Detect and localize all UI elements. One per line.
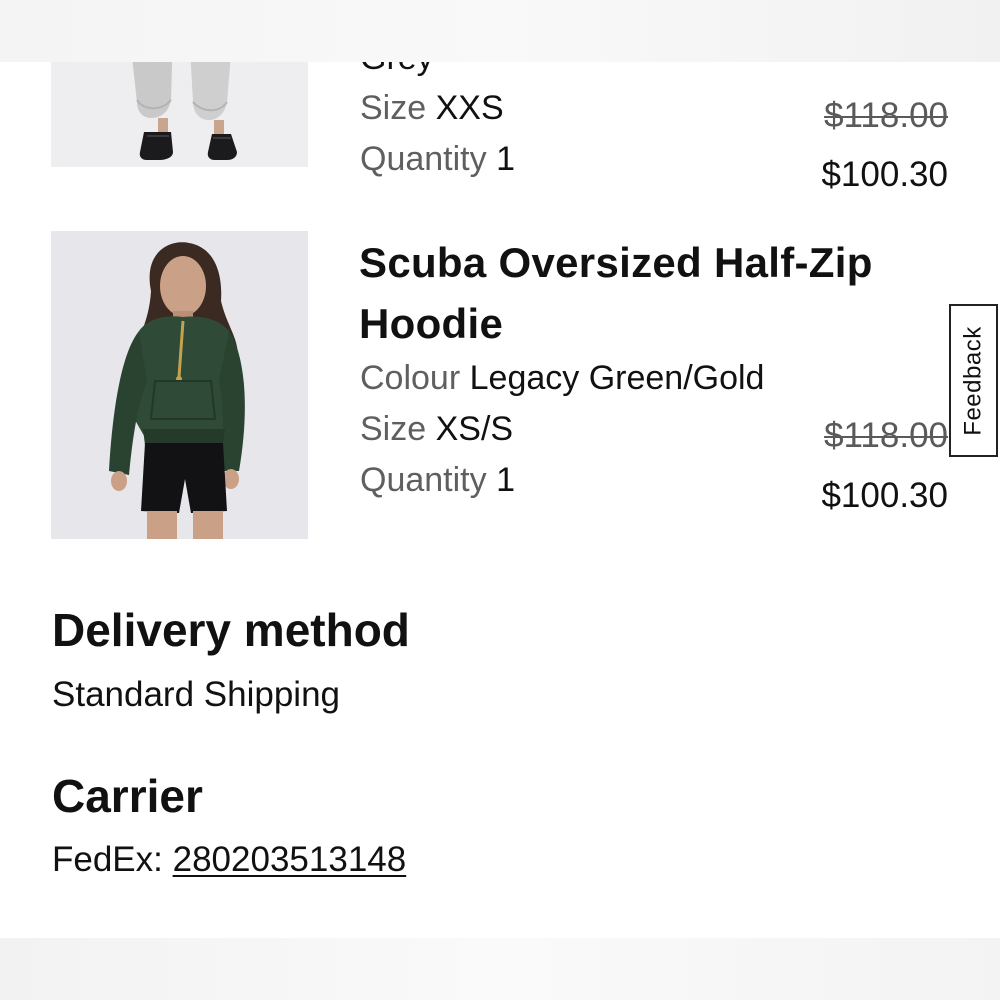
delivery-method-heading: Delivery method [52, 604, 410, 656]
item2-quantity-value: 1 [496, 461, 515, 499]
feedback-tab-button[interactable]: Feedback [949, 304, 998, 457]
product-image-hoodie[interactable] [51, 231, 308, 539]
item1-quantity-key: Quantity [360, 140, 487, 178]
item2-colour-value: Legacy Green/Gold [469, 359, 765, 397]
item1-size-value: XXS [435, 89, 504, 127]
item1-original-price: $118.00 [824, 96, 948, 135]
item1-quantity-value: 1 [496, 140, 515, 178]
carrier-line: FedEx: 280203513148 [52, 838, 406, 882]
item2-size-value: XS/S [435, 410, 514, 448]
item2-title-line1[interactable]: Scuba Oversized Half-Zip [359, 233, 873, 293]
carrier-heading: Carrier [52, 770, 203, 822]
hoodie-photo [51, 231, 308, 539]
tracking-number-link[interactable]: 280203513148 [173, 840, 407, 879]
feedback-label: Feedback [959, 325, 987, 436]
top-edge [0, 0, 1000, 62]
item2-colour-key: Colour [360, 359, 461, 397]
item2-size-line: Size XS/S [360, 409, 513, 449]
item2-title-line2[interactable]: Hoodie [359, 294, 503, 354]
item2-sale-price: $100.30 [821, 476, 948, 515]
item1-quantity-line: Quantity 1 [360, 139, 515, 179]
item2-quantity-line: Quantity 1 [360, 460, 515, 500]
bottom-edge [0, 938, 1000, 1000]
item1-size-line: Size XXS [360, 88, 504, 128]
order-details-screen: Grey Size XXS Quantity 1 $118.00 $100.30 [0, 0, 1000, 1000]
item2-size-key: Size [360, 410, 427, 448]
carrier-name: FedEx: [52, 840, 163, 879]
item1-sale-price: $100.30 [821, 155, 948, 194]
item2-quantity-key: Quantity [360, 461, 487, 499]
item2-colour-line: Colour Legacy Green/Gold [360, 358, 764, 398]
delivery-method-value: Standard Shipping [52, 675, 340, 714]
item2-original-price: $118.00 [824, 416, 948, 455]
item1-size-key: Size [360, 89, 427, 127]
